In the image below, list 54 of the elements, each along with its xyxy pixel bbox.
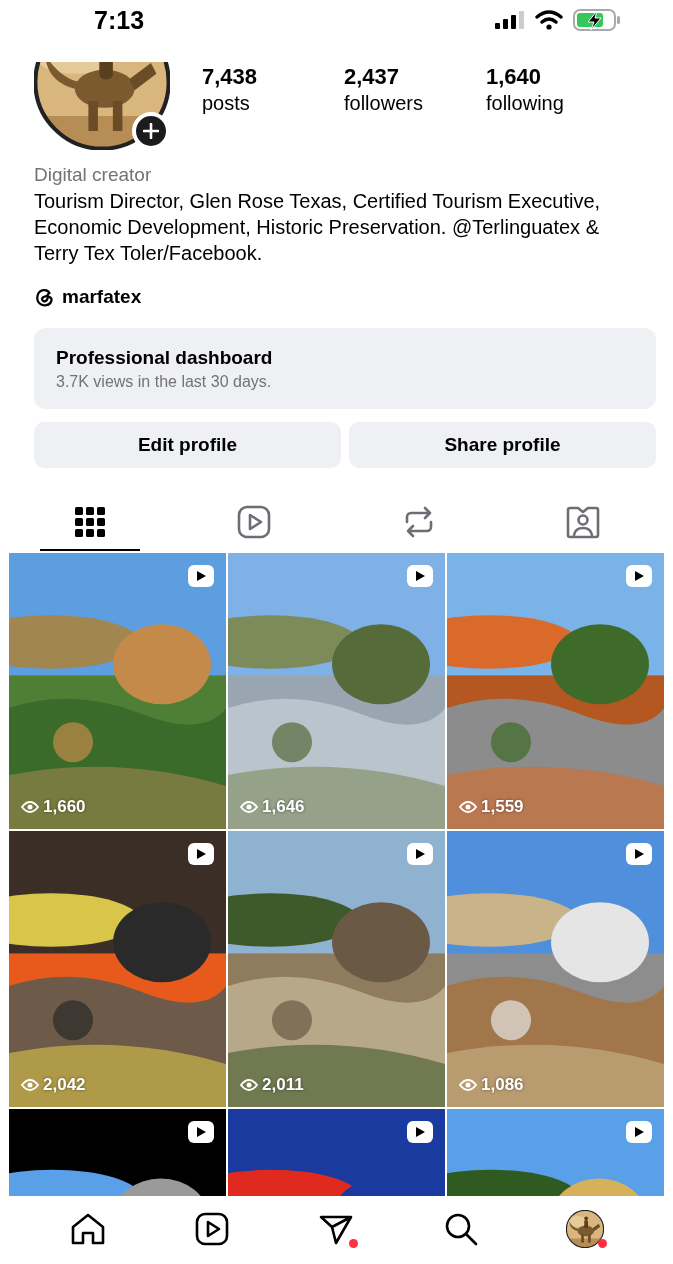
view-count: 1,086 — [481, 1075, 524, 1095]
reel-icon — [188, 565, 214, 587]
reel-icon — [188, 843, 214, 865]
profile-button[interactable]: Share profile — [349, 422, 656, 468]
profile-button[interactable]: Edit profile — [34, 422, 341, 468]
eye-icon — [240, 1078, 258, 1092]
reel-icon — [407, 843, 433, 865]
profile-avatar — [565, 1210, 604, 1248]
wifi-icon — [535, 10, 563, 30]
battery-charging-icon — [573, 9, 621, 31]
signal-icon — [495, 11, 525, 29]
eye-icon — [240, 800, 258, 814]
dashboard-title: Professional dashboard — [56, 346, 273, 369]
tagged-person-icon — [565, 504, 600, 539]
status-time: 7:13 — [94, 5, 145, 35]
stat-label: following — [486, 91, 565, 116]
threads-link[interactable]: marfatex — [34, 286, 142, 308]
home-icon — [70, 1212, 107, 1246]
reel-icon — [626, 1121, 652, 1143]
eye-icon — [21, 800, 39, 814]
nav-button[interactable] — [564, 1210, 605, 1248]
professional-dashboard-card[interactable]: Professional dashboard 3.7K views in the last 30 days. — [34, 328, 656, 409]
dashboard-subtitle: 3.7K views in the last 30 days. — [56, 372, 272, 391]
stat-label: followers — [344, 91, 424, 116]
stat-count: 2,437 — [344, 64, 401, 90]
play-icon — [195, 1212, 230, 1246]
plus-icon — [143, 123, 159, 139]
profile-category: Digital creator — [34, 163, 152, 187]
view-count: 1,660 — [43, 797, 86, 817]
notification-dot — [597, 1239, 607, 1248]
threads-icon — [34, 286, 56, 308]
view-count: 2,042 — [43, 1075, 86, 1095]
reel-icon — [407, 1121, 433, 1143]
play-icon — [237, 504, 272, 539]
view-count: 1,646 — [262, 797, 305, 817]
repost-icon — [403, 504, 434, 539]
grid-icon — [75, 506, 106, 537]
reel-icon — [626, 565, 652, 587]
threads-handle: marfatex — [62, 286, 142, 308]
eye-icon — [459, 1078, 477, 1092]
view-count: 2,011 — [262, 1075, 304, 1095]
stat-count: 7,438 — [202, 64, 259, 90]
view-count: 1,559 — [481, 797, 524, 817]
stat-count: 1,640 — [486, 64, 543, 90]
bio-text: Tourism Director, Glen Rose Texas, Certified Tourism Executive, Economic Development, Historic Preservation. @Terlinguatex & Terry Tex Toler/Facebook. — [34, 189, 602, 266]
notification-dot — [349, 1239, 359, 1248]
search-icon — [443, 1212, 478, 1246]
send-icon — [319, 1213, 354, 1245]
reel-icon — [626, 843, 652, 865]
eye-icon — [459, 800, 477, 814]
reel-icon — [188, 1121, 214, 1143]
stat-label: posts — [202, 91, 251, 116]
eye-icon — [21, 1078, 39, 1092]
reel-icon — [407, 565, 433, 587]
